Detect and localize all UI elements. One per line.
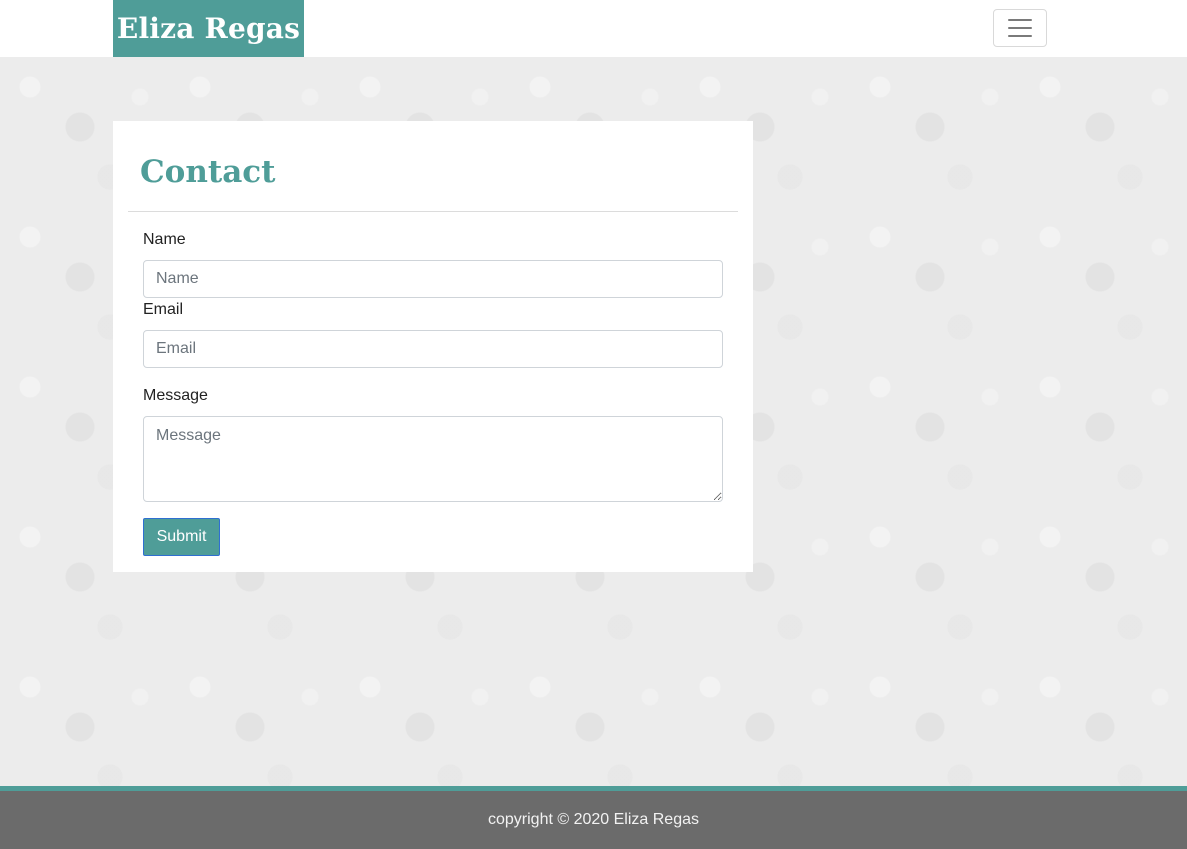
navbar: Eliza Regas — [0, 0, 1187, 57]
name-input[interactable] — [143, 260, 723, 298]
email-input[interactable] — [143, 330, 723, 368]
submit-button[interactable]: Submit — [143, 518, 220, 556]
brand-logo[interactable]: Eliza Regas — [113, 0, 304, 57]
copyright-text: copyright © 2020 Eliza Regas — [487, 811, 699, 828]
message-label: Message — [143, 387, 208, 404]
footer: copyright © 2020 Eliza Regas — [0, 791, 1187, 849]
email-label: Email — [143, 301, 184, 318]
title-divider — [128, 211, 738, 212]
hamburger-icon — [1008, 19, 1032, 37]
page-title: Contact — [140, 154, 276, 190]
menu-toggle-button[interactable] — [993, 9, 1047, 47]
contact-card: Contact Name Email Message Submit — [113, 121, 753, 572]
name-label: Name — [143, 231, 186, 248]
message-textarea[interactable] — [143, 416, 723, 502]
